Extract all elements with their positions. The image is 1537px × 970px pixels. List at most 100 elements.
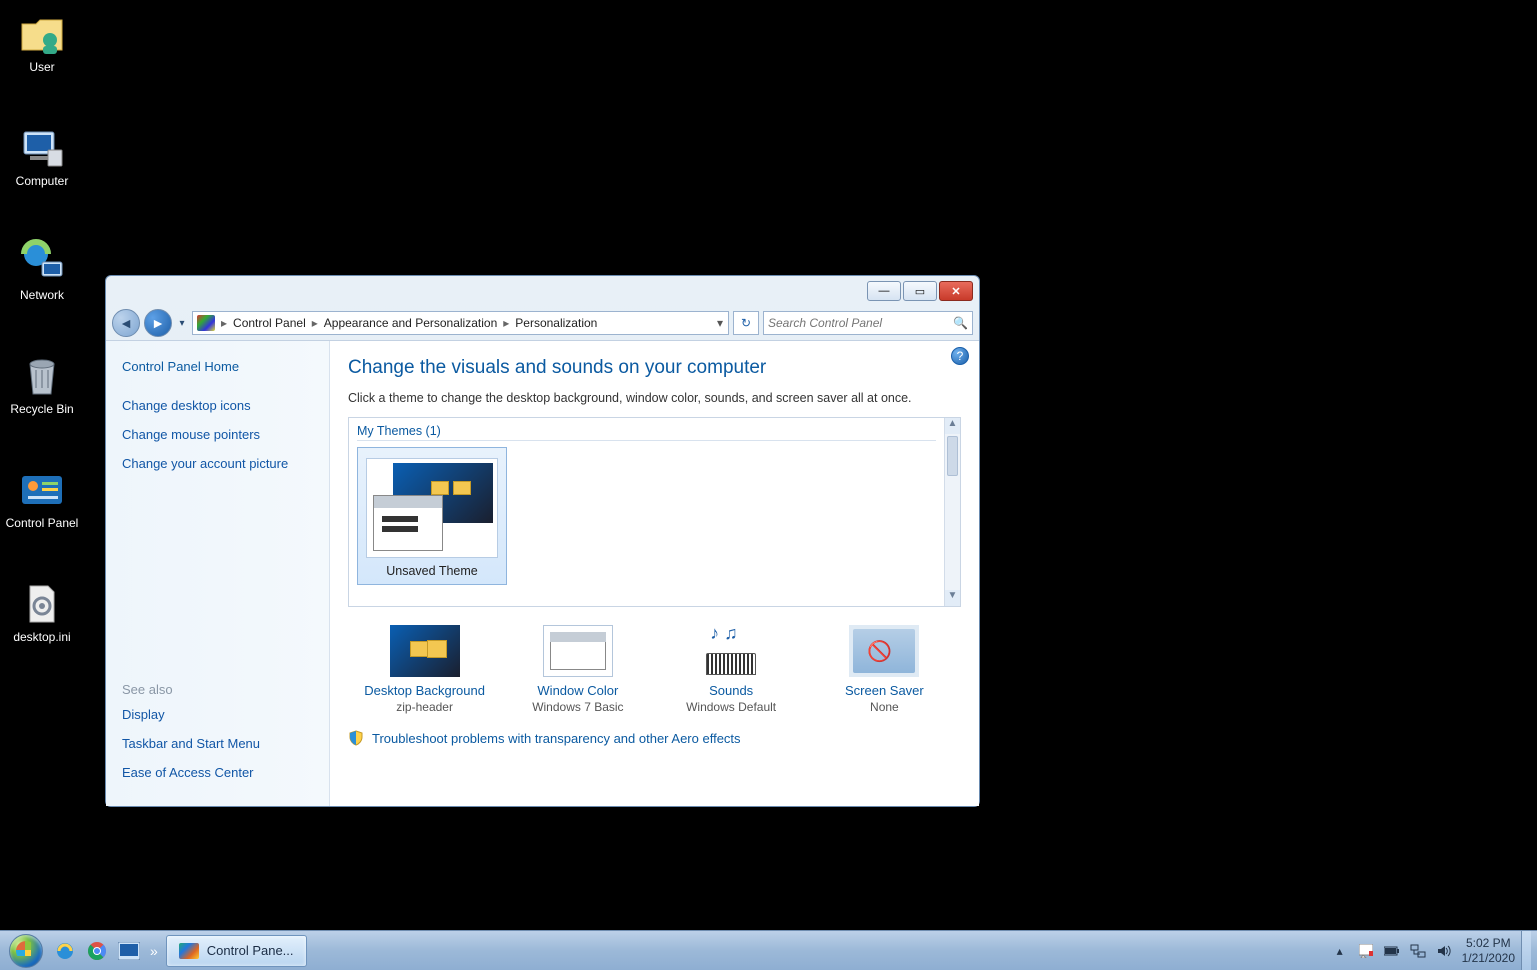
- theme-unsaved[interactable]: Unsaved Theme: [357, 447, 507, 585]
- scroll-down-button[interactable]: ▼: [945, 590, 960, 606]
- pin-ie[interactable]: [52, 938, 78, 964]
- window-body: ? Control Panel Home Change desktop icon…: [106, 340, 979, 806]
- control-panel-taskbar-icon: [179, 943, 199, 959]
- search-icon: 🔍: [953, 316, 968, 330]
- troubleshoot-row: Troubleshoot problems with transparency …: [348, 730, 961, 746]
- network-icon: [18, 238, 66, 286]
- theme-preview-icon: [366, 458, 498, 558]
- tray-time: 5:02 PM: [1462, 936, 1515, 950]
- tile-value: None: [809, 700, 959, 714]
- ini-file-icon: [18, 580, 66, 628]
- desktop-icon-label: Control Panel: [4, 516, 80, 530]
- window-color-icon: [543, 625, 613, 677]
- tile-name: Screen Saver: [809, 683, 959, 698]
- themes-list[interactable]: My Themes (1) Unsaved Theme: [349, 418, 944, 606]
- control-panel-window: — ▭ ✕ ◄ ► ▾ ▸ Control Panel ▸ Appearance…: [105, 275, 980, 807]
- show-desktop-button[interactable]: [1521, 931, 1531, 970]
- sidebar-link-desktop-icons[interactable]: Change desktop icons: [122, 398, 313, 413]
- back-button[interactable]: ◄: [112, 309, 140, 337]
- desktop-background-icon: [390, 625, 460, 677]
- theme-group-header: My Themes (1): [357, 424, 936, 441]
- scroll-thumb[interactable]: [947, 436, 958, 476]
- taskbar-button-label: Control Pane...: [207, 943, 294, 958]
- desktop-icon-network[interactable]: Network: [4, 238, 80, 302]
- page-description: Click a theme to change the desktop back…: [348, 391, 961, 405]
- recycle-bin-icon: [18, 352, 66, 400]
- pin-chrome[interactable]: [84, 938, 110, 964]
- address-dropdown[interactable]: ▾: [712, 316, 728, 330]
- sounds-icon: [696, 625, 766, 677]
- search-box[interactable]: 🔍: [763, 311, 973, 335]
- tile-sounds[interactable]: Sounds Windows Default: [656, 625, 806, 714]
- settings-tiles: Desktop Background zip-header Window Col…: [348, 625, 961, 714]
- sidebar-home-link[interactable]: Control Panel Home: [122, 359, 313, 374]
- breadcrumb-appearance[interactable]: Appearance and Personalization: [320, 316, 501, 330]
- breadcrumb-personalization[interactable]: Personalization: [511, 316, 601, 330]
- tray-clock[interactable]: 5:02 PM 1/21/2020: [1462, 936, 1515, 965]
- desktop-icon-label: desktop.ini: [4, 630, 80, 644]
- desktop-icon-desktop-ini[interactable]: desktop.ini: [4, 580, 80, 644]
- seealso-link-ease-of-access[interactable]: Ease of Access Center: [122, 765, 313, 780]
- seealso-link-taskbar[interactable]: Taskbar and Start Menu: [122, 736, 313, 751]
- control-panel-flag-icon: [197, 315, 215, 331]
- tray-battery-icon[interactable]: [1384, 943, 1400, 959]
- desktop-icon-label: Network: [4, 288, 80, 302]
- tile-value: Windows 7 Basic: [503, 700, 653, 714]
- screen-saver-icon: [849, 625, 919, 677]
- scroll-track[interactable]: [945, 434, 960, 590]
- computer-icon: [18, 124, 66, 172]
- tray-date: 1/21/2020: [1462, 951, 1515, 965]
- close-button[interactable]: ✕: [939, 281, 973, 301]
- navigation-bar: ◄ ► ▾ ▸ Control Panel ▸ Appearance and P…: [106, 306, 979, 340]
- pin-explorer[interactable]: [116, 938, 142, 964]
- taskbar: » Control Pane... ▴ 5:02 PM 1/21/2020: [0, 930, 1537, 970]
- forward-button[interactable]: ►: [144, 309, 172, 337]
- user-folder-icon: [18, 10, 66, 58]
- minimize-button[interactable]: —: [867, 281, 901, 301]
- tile-name: Sounds: [656, 683, 806, 698]
- shield-icon: [348, 730, 364, 746]
- tray-network-icon[interactable]: [1410, 943, 1426, 959]
- page-title: Change the visuals and sounds on your co…: [348, 357, 961, 379]
- tile-screen-saver[interactable]: Screen Saver None: [809, 625, 959, 714]
- content-area: Change the visuals and sounds on your co…: [330, 341, 979, 806]
- see-also-header: See also: [122, 682, 313, 697]
- troubleshoot-link[interactable]: Troubleshoot problems with transparency …: [372, 731, 741, 746]
- scroll-up-button[interactable]: ▲: [945, 418, 960, 434]
- windows-orb-icon: [9, 934, 43, 968]
- address-bar[interactable]: ▸ Control Panel ▸ Appearance and Persona…: [192, 311, 729, 335]
- start-button[interactable]: [6, 931, 46, 970]
- help-button[interactable]: ?: [951, 347, 969, 365]
- desktop-icon-recycle-bin[interactable]: Recycle Bin: [4, 352, 80, 416]
- tray-action-center-icon[interactable]: [1358, 943, 1374, 959]
- tile-value: zip-header: [350, 700, 500, 714]
- tile-desktop-background[interactable]: Desktop Background zip-header: [350, 625, 500, 714]
- taskbar-overflow[interactable]: »: [150, 943, 158, 959]
- themes-scrollbar[interactable]: ▲ ▼: [944, 418, 960, 606]
- tray-volume-icon[interactable]: [1436, 943, 1452, 959]
- sidebar-link-account-picture[interactable]: Change your account picture: [122, 456, 313, 471]
- search-input[interactable]: [768, 316, 953, 330]
- pinned-apps: [52, 938, 142, 964]
- sidebar-link-mouse-pointers[interactable]: Change mouse pointers: [122, 427, 313, 442]
- desktop-icon-computer[interactable]: Computer: [4, 124, 80, 188]
- tile-window-color[interactable]: Window Color Windows 7 Basic: [503, 625, 653, 714]
- tile-value: Windows Default: [656, 700, 806, 714]
- breadcrumb-separator: ▸: [501, 316, 511, 330]
- titlebar: — ▭ ✕: [106, 276, 979, 306]
- sidebar: Control Panel Home Change desktop icons …: [106, 341, 330, 806]
- desktop-icon-user[interactable]: User: [4, 10, 80, 74]
- seealso-link-display[interactable]: Display: [122, 707, 313, 722]
- desktop-icon-control-panel[interactable]: Control Panel: [4, 466, 80, 530]
- refresh-button[interactable]: ↻: [733, 311, 759, 335]
- nav-history-dropdown[interactable]: ▾: [176, 309, 188, 337]
- desktop-icon-label: Computer: [4, 174, 80, 188]
- system-tray: ▴ 5:02 PM 1/21/2020: [1332, 936, 1515, 965]
- breadcrumb-control-panel[interactable]: Control Panel: [229, 316, 310, 330]
- control-panel-icon: [18, 466, 66, 514]
- desktop-icon-label: Recycle Bin: [4, 402, 80, 416]
- tile-name: Window Color: [503, 683, 653, 698]
- tray-show-hidden[interactable]: ▴: [1332, 943, 1348, 959]
- taskbar-button-control-panel[interactable]: Control Pane...: [166, 935, 307, 967]
- maximize-button[interactable]: ▭: [903, 281, 937, 301]
